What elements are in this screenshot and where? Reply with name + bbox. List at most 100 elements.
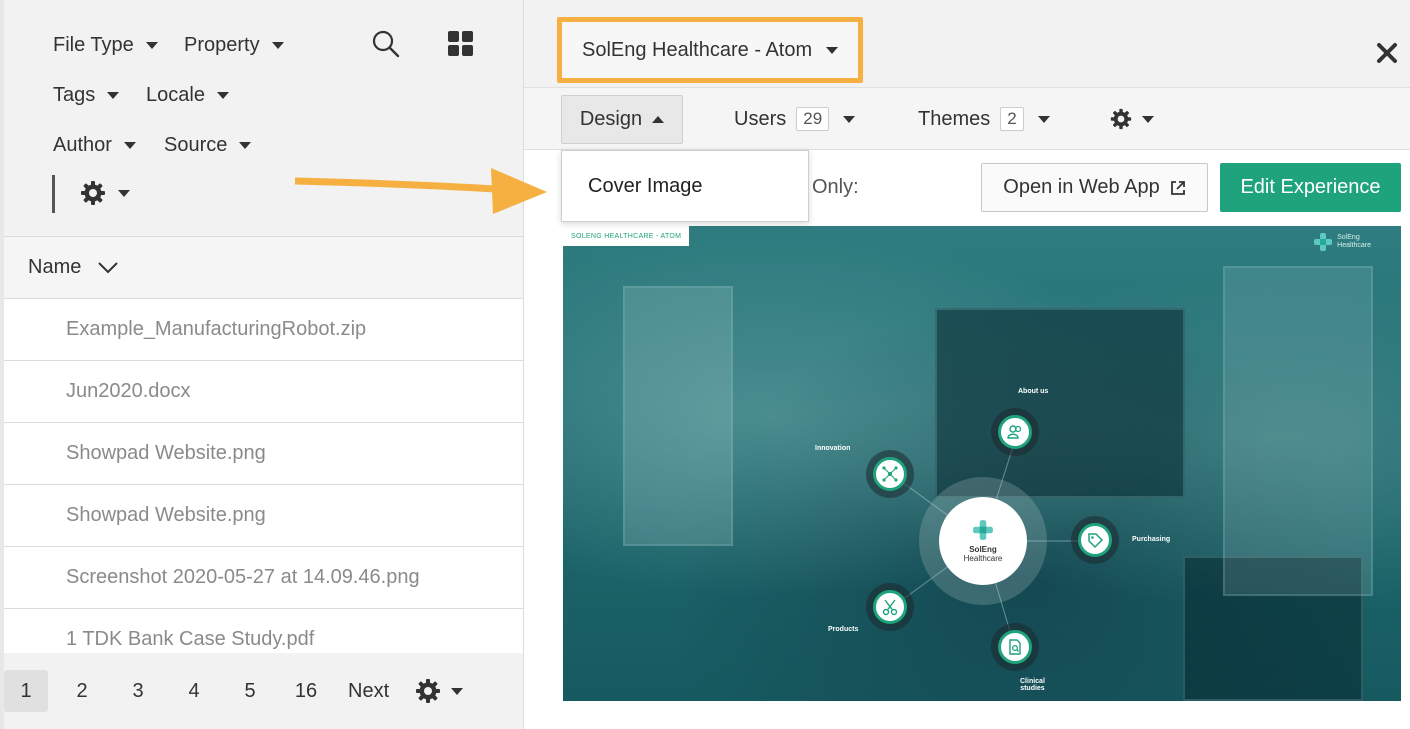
file-name: Showpad Website.png (66, 504, 266, 526)
chevron-down-icon (145, 42, 158, 49)
file-row[interactable]: Jun2020.docx (4, 361, 523, 423)
file-row[interactable]: Example_ManufacturingRobot.zip (4, 299, 523, 361)
chevron-down-icon (843, 115, 856, 123)
tab-design[interactable]: Design (561, 95, 683, 144)
chevron-down-icon (216, 92, 229, 99)
search-button[interactable] (372, 30, 400, 58)
filter-file-type-label: File Type (53, 34, 134, 56)
pager-settings-button[interactable] (411, 670, 467, 712)
cover-image-preview: SOLENG HEALTHCARE - ATOM SolEng Healthca… (563, 226, 1401, 701)
grid-icon (448, 31, 473, 56)
filter-label: Only: (812, 176, 859, 198)
filter-property[interactable]: Property (184, 34, 284, 57)
experience-detail-pane: SolEng Healthcare - Atom Design Users 29… (524, 0, 1410, 729)
file-name: Screenshot 2020-05-27 at 14.09.46.png (66, 566, 420, 588)
filter-author-label: Author (53, 134, 112, 156)
filter-locale[interactable]: Locale (146, 84, 229, 107)
hub-subtitle: Healthcare (963, 554, 1003, 563)
tab-bar: Design Users 29 Themes 2 (524, 88, 1410, 150)
filter-source-label: Source (164, 134, 228, 156)
open-in-web-app-label: Open in Web App (1003, 176, 1160, 198)
experience-select-label: SolEng Healthcare - Atom (582, 38, 813, 61)
chevron-down-icon (271, 42, 284, 49)
grid-view-button[interactable] (448, 31, 474, 57)
file-name: Example_ManufacturingRobot.zip (66, 318, 367, 340)
file-name: Showpad Website.png (66, 442, 266, 464)
people-icon (1007, 425, 1022, 439)
chevron-down-icon (107, 92, 120, 99)
edit-experience-button[interactable]: Edit Experience (1220, 163, 1401, 212)
page-4-button[interactable]: 4 (172, 670, 216, 712)
chevron-down-icon (1037, 115, 1050, 123)
asset-browser-pane: File Type Property Tags Locale Author So… (0, 0, 524, 729)
hub-title: SolEng (969, 545, 997, 554)
node-label-clinical-line1: Clinical (1020, 678, 1045, 685)
gear-icon (1110, 108, 1132, 130)
tab-settings[interactable] (1110, 88, 1154, 150)
connector-lines (890, 430, 1096, 649)
file-row[interactable]: Showpad Website.png (4, 423, 523, 485)
node-about-us (991, 408, 1039, 456)
open-in-web-app-button[interactable]: Open in Web App (981, 163, 1208, 212)
filter-settings-button[interactable] (80, 180, 130, 206)
node-products (866, 583, 914, 631)
page-1-button[interactable]: 1 (4, 670, 48, 712)
node-label-innovation: Innovation (815, 445, 851, 452)
sort-header[interactable]: Name (4, 237, 523, 299)
page-3-button[interactable]: 3 (116, 670, 160, 712)
tag-icon (1088, 533, 1104, 549)
pagination: 1 2 3 4 5 16 Next (4, 653, 523, 729)
node-label-about-us: About us (1018, 388, 1049, 395)
page-2-button[interactable]: 2 (60, 670, 104, 712)
themes-count-badge: 2 (1000, 107, 1024, 131)
chevron-down-icon (118, 189, 130, 197)
design-menu: Cover Image (561, 150, 809, 222)
filter-locale-label: Locale (146, 84, 205, 106)
page-5-button[interactable]: 5 (228, 670, 272, 712)
scissors-icon (882, 599, 898, 616)
tab-themes-label: Themes (918, 107, 991, 130)
cross-logo-icon (973, 520, 993, 540)
tab-themes[interactable]: Themes 2 (918, 88, 1050, 150)
filter-file-type[interactable]: File Type (53, 34, 158, 57)
chevron-down-icon (123, 142, 136, 149)
menu-item-cover-image[interactable]: Cover Image (588, 175, 703, 198)
node-purchasing (1071, 516, 1119, 564)
chevron-down-icon (451, 687, 464, 695)
tab-users[interactable]: Users 29 (734, 88, 856, 150)
search-icon (372, 30, 400, 58)
experience-select[interactable]: SolEng Healthcare - Atom (557, 17, 863, 83)
node-label-clinical-studies: Clinical studies (1020, 678, 1045, 692)
file-row[interactable]: Showpad Website.png (4, 485, 523, 547)
gear-icon (416, 679, 441, 703)
close-icon[interactable] (1372, 38, 1402, 68)
next-page-button[interactable]: Next (344, 670, 393, 712)
filter-author[interactable]: Author (53, 134, 136, 157)
divider (52, 175, 55, 213)
file-row[interactable]: Screenshot 2020-05-27 at 14.09.46.png (4, 547, 523, 609)
file-row[interactable]: 1 TDK Bank Case Study.pdf (4, 609, 523, 653)
sort-label: Name (28, 256, 82, 278)
file-name: 1 TDK Bank Case Study.pdf (66, 628, 315, 650)
tab-users-label: Users (734, 107, 787, 130)
chevron-up-icon (652, 116, 665, 123)
node-label-clinical-line2: studies (1020, 685, 1045, 692)
chevron-down-icon (1142, 115, 1154, 123)
annotation-arrow (295, 168, 547, 214)
chevron-down-icon (98, 261, 119, 273)
node-label-products: Products (828, 626, 859, 633)
users-count-badge: 29 (796, 107, 830, 131)
filter-tags[interactable]: Tags (53, 84, 120, 107)
filter-tags-label: Tags (53, 84, 96, 106)
filter-property-label: Property (184, 34, 260, 56)
gear-icon (81, 181, 105, 205)
file-name: Jun2020.docx (66, 380, 191, 402)
network-icon (882, 466, 898, 482)
chevron-down-icon (239, 142, 252, 149)
node-label-purchasing: Purchasing (1132, 536, 1171, 543)
node-innovation (866, 450, 914, 498)
filter-source[interactable]: Source (164, 134, 252, 157)
page-16-button[interactable]: 16 (284, 670, 328, 712)
chevron-down-icon (826, 46, 839, 54)
experience-header: SolEng Healthcare - Atom (524, 0, 1410, 88)
